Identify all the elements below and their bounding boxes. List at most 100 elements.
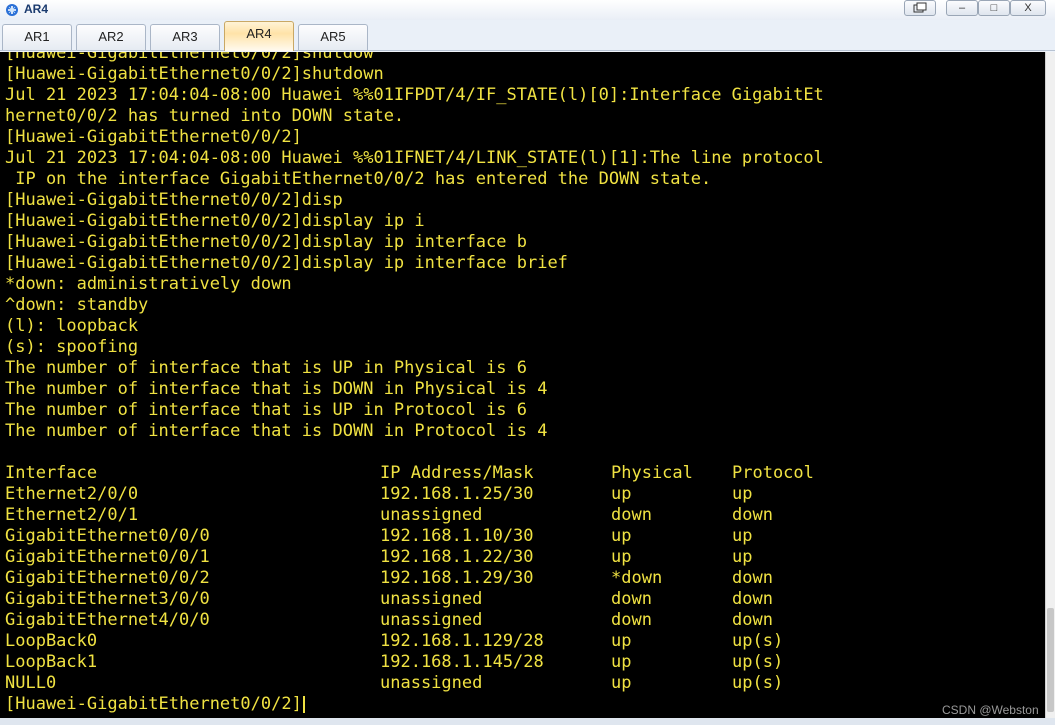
terminal-line: [Huawei-GigabitEthernet0/0/2]shutdow [5,52,374,63]
header-physical: Physical [611,463,693,483]
cell-protocol: down [732,505,773,525]
cell-physical: up [611,547,632,567]
terminal-line: *down: administratively down [5,274,292,294]
table-row: Ethernet2/0/0 192.168.1.25/30 up up [5,484,852,505]
maximize-icon: □ [990,2,998,14]
terminal-line: [Huawei-GigabitEthernet0/0/2]disp [5,190,343,210]
terminal-line: [Huawei-GigabitEthernet0/0/2]display ip … [5,211,425,231]
cell-protocol: down [732,610,773,630]
scrollbar-thumb[interactable] [1047,608,1054,712]
table-row: GigabitEthernet4/0/0 unassigned down dow… [5,610,852,631]
cell-physical: up [611,526,632,546]
cell-ip-address: unassigned [380,505,483,525]
cell-interface: GigabitEthernet4/0/0 [5,610,210,630]
cell-interface: Ethernet2/0/0 [5,484,139,504]
vertical-scrollbar[interactable] [1045,52,1055,718]
cell-physical: up [611,652,632,672]
table-row: GigabitEthernet0/0/1 192.168.1.22/30 up … [5,547,852,568]
cell-interface: Ethernet2/0/1 [5,505,139,525]
table-row: LoopBack1 192.168.1.145/28 up up(s) [5,652,852,673]
cell-ip-address: unassigned [380,610,483,630]
terminal-line: The number of interface that is UP in Ph… [5,358,527,378]
table-row: GigabitEthernet0/0/0 192.168.1.10/30 up … [5,526,852,547]
table-row: GigabitEthernet0/0/2 192.168.1.29/30 *do… [5,568,852,589]
header-interface: Interface [5,463,98,483]
tab-ar1[interactable]: AR1 [2,24,72,50]
terminal-window: AR4 – □ X AR1 AR2 AR3 AR4 AR5 [Huawei-Gi… [0,0,1055,725]
restore-icon [913,2,927,13]
terminal-output: [Huawei-GigabitEthernet0/0/2]shutdow [Hu… [5,52,852,715]
terminal-line: [Huawei-GigabitEthernet0/0/2]display ip … [5,232,527,252]
tab-ar3[interactable]: AR3 [150,24,220,50]
cell-ip-address: unassigned [380,589,483,609]
terminal-line: (l): loopback [5,316,139,336]
terminal-line: The number of interface that is DOWN in … [5,421,548,441]
maximize-button[interactable]: □ [978,0,1010,16]
cell-protocol: up [732,484,753,504]
terminal-line: IP on the interface GigabitEthernet0/0/2… [5,169,712,189]
title-bar: AR4 – □ X [0,0,1055,21]
cell-interface: LoopBack0 [5,631,98,651]
window-bottom-border [0,718,1055,725]
cell-physical: down [611,589,652,609]
router-app-icon [6,4,18,16]
terminal-line: [Huawei-GigabitEthernet0/0/2]shutdown [5,64,384,84]
close-button[interactable]: X [1010,0,1046,16]
terminal-line: [Huawei-GigabitEthernet0/0/2]display ip … [5,253,568,273]
device-tab-strip: AR1 AR2 AR3 AR4 AR5 [0,20,1055,51]
cell-interface: GigabitEthernet3/0/0 [5,589,210,609]
terminal-line: Jul 21 2023 17:04:04-08:00 Huawei %%01IF… [5,148,824,168]
table-row: NULL0 unassigned up up(s) [5,673,852,694]
cell-interface: GigabitEthernet0/0/0 [5,526,210,546]
tab-ar2[interactable]: AR2 [76,24,146,50]
cell-interface: GigabitEthernet0/0/2 [5,568,210,588]
tab-ar5[interactable]: AR5 [298,24,368,50]
cell-ip-address: 192.168.1.22/30 [380,547,534,567]
cell-ip-address: unassigned [380,673,483,693]
cell-protocol: up(s) [732,673,784,693]
interface-table-header: Interface IP Address/Mask Physical Proto… [5,463,852,484]
restore-button[interactable] [904,0,936,16]
terminal-line: Jul 21 2023 17:04:04-08:00 Huawei %%01IF… [5,85,824,105]
cell-interface: GigabitEthernet0/0/1 [5,547,210,567]
watermark: CSDN @Webston [942,703,1039,717]
minimize-icon: – [958,2,966,14]
cell-ip-address: 192.168.1.10/30 [380,526,534,546]
cell-protocol: up(s) [732,631,784,651]
cell-physical: up [611,484,632,504]
cell-ip-address: 192.168.1.25/30 [380,484,534,504]
cell-physical: up [611,631,632,651]
cell-physical: up [611,673,632,693]
cell-protocol: down [732,589,773,609]
cell-protocol: up [732,526,753,546]
table-row: LoopBack0 192.168.1.129/28 up up(s) [5,631,852,652]
terminal-line: hernet0/0/2 has turned into DOWN state. [5,106,405,126]
prompt-text: [Huawei-GigabitEthernet0/0/2] [5,694,302,714]
terminal-line: [Huawei-GigabitEthernet0/0/2] [5,127,302,147]
minimize-button[interactable]: – [946,0,978,16]
header-protocol: Protocol [732,463,814,483]
cell-ip-address: 192.168.1.129/28 [380,631,544,651]
text-cursor [302,696,305,713]
table-row: GigabitEthernet3/0/0 unassigned down dow… [5,589,852,610]
terminal-line: (s): spoofing [5,337,139,357]
cell-protocol: up [732,547,753,567]
tab-ar4[interactable]: AR4 [224,21,294,51]
cell-protocol: up(s) [732,652,784,672]
terminal-line: The number of interface that is DOWN in … [5,379,548,399]
cell-ip-address: 192.168.1.29/30 [380,568,534,588]
cell-protocol: down [732,568,773,588]
cell-ip-address: 192.168.1.145/28 [380,652,544,672]
cell-interface: NULL0 [5,673,57,693]
close-icon: X [1024,2,1032,14]
cell-physical: *down [611,568,663,588]
window-title: AR4 [24,2,49,16]
table-row: Ethernet2/0/1 unassigned down down [5,505,852,526]
terminal-line: The number of interface that is UP in Pr… [5,400,527,420]
cell-physical: down [611,505,652,525]
cell-physical: down [611,610,652,630]
terminal-console[interactable]: [Huawei-GigabitEthernet0/0/2]shutdow [Hu… [0,52,1045,718]
command-prompt[interactable]: [Huawei-GigabitEthernet0/0/2] [5,694,852,715]
header-ip-address: IP Address/Mask [380,463,534,483]
